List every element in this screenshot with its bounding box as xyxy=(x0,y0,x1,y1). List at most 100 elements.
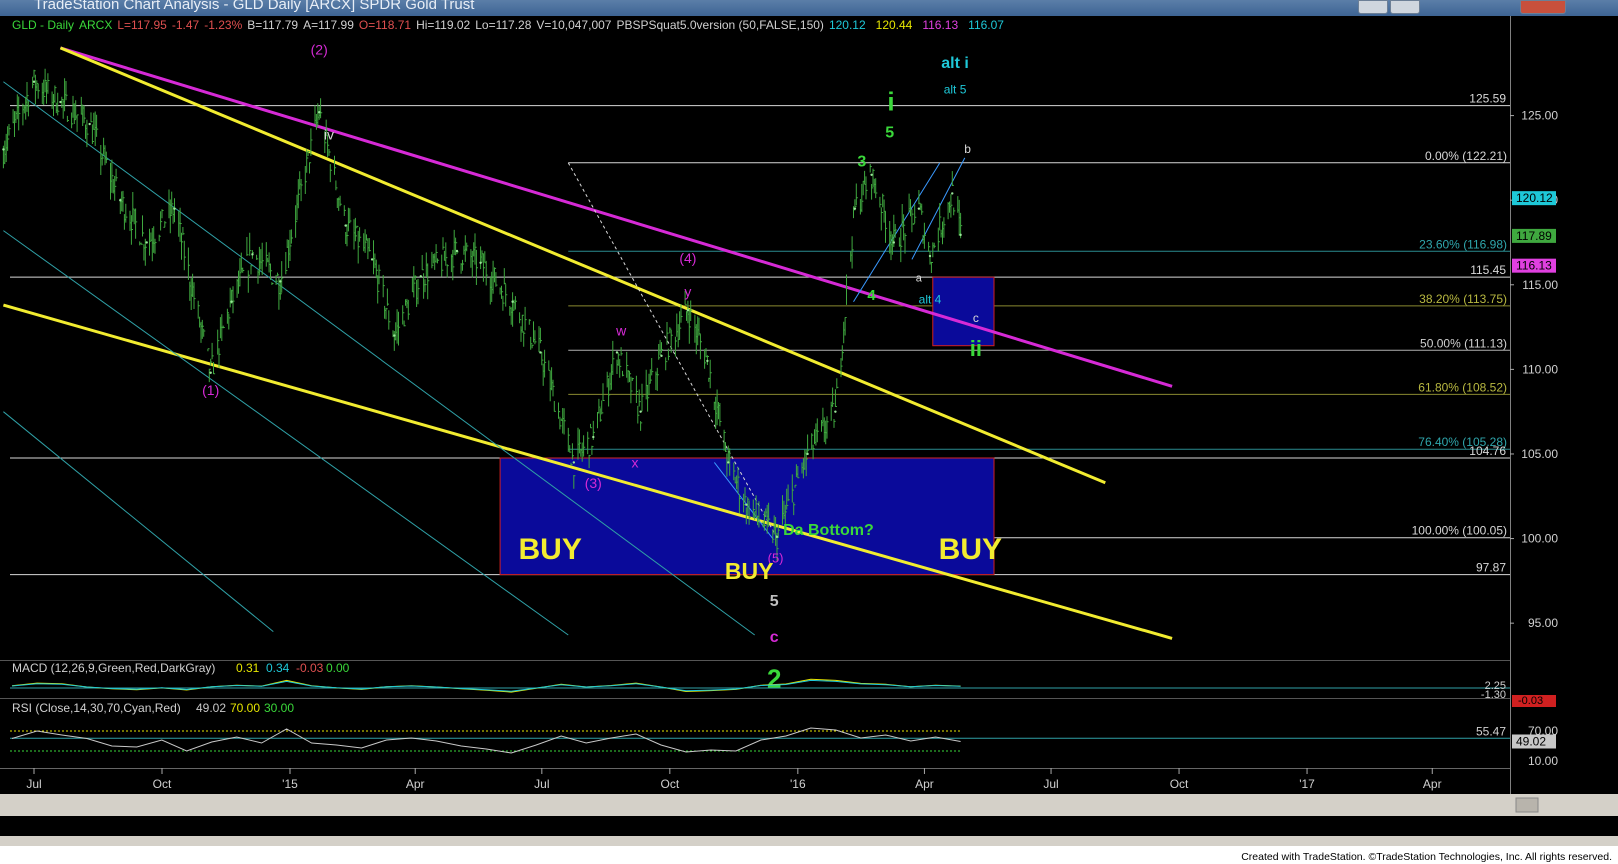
rsi-marker-label: 55.47 xyxy=(1476,724,1506,738)
wave-label: BUY xyxy=(939,533,1002,566)
rsi-title: RSI (Close,14,30,70,Cyan,Red) xyxy=(12,701,181,715)
fib-label: 38.20% (113.75) xyxy=(1419,292,1507,306)
price-point xyxy=(173,207,176,210)
x-tick-label: Jul xyxy=(26,777,41,791)
wave-label: c xyxy=(770,629,779,646)
price-point xyxy=(2,148,5,151)
x-tick-label: Oct xyxy=(660,777,679,791)
price-point xyxy=(615,351,619,354)
x-tick-label: Oct xyxy=(153,777,172,791)
fib-label: 50.00% (111.13) xyxy=(1420,336,1507,350)
header-study-value: 116.13 xyxy=(922,18,958,32)
price-point xyxy=(419,275,422,278)
price-point xyxy=(279,280,282,283)
teal-channel-1-line xyxy=(3,81,755,636)
price-point xyxy=(572,461,576,464)
yellow-lower-line xyxy=(2,303,1173,640)
wave-label: alt 4 xyxy=(919,292,942,306)
price-point xyxy=(892,241,896,244)
price-point xyxy=(32,80,36,83)
price-marker-label: 117.89 xyxy=(1516,229,1552,243)
fib-label: 61.80% (108.52) xyxy=(1418,380,1507,394)
y-tick-label: 110.00 xyxy=(1522,362,1558,376)
wave-label: 3 xyxy=(857,153,866,170)
wave-label: 2 xyxy=(767,663,781,693)
price-point xyxy=(479,261,482,264)
scrollbar-track xyxy=(0,794,1618,816)
header-ask: A=117.99 xyxy=(303,18,354,32)
wave-label: BUY xyxy=(725,558,774,584)
x-tick-label: Jul xyxy=(534,777,549,791)
wave-label: 4 xyxy=(867,287,876,304)
scrollbar-thumb xyxy=(1515,797,1539,813)
chart-area[interactable]: 0.00% (122.21) 23.60% (116.98) 38.20% (113… xyxy=(0,16,1618,836)
wave-label: BUY xyxy=(519,533,582,566)
header-bid: B=117.79 xyxy=(247,18,298,32)
header-exchange: ARCX xyxy=(79,18,112,32)
price-point xyxy=(370,258,374,261)
wave-ii-zone-box xyxy=(932,276,995,347)
price-marker-label: 116.13 xyxy=(1516,259,1552,273)
fib-label: 0.00% (122.21) xyxy=(1425,149,1507,163)
header-symbol: GLD - Daily xyxy=(12,18,74,32)
header-change-pct: -1.23% xyxy=(204,18,242,32)
wave-label: alt 5 xyxy=(944,83,967,97)
gld-daily-chart[interactable]: 0.00% (122.21) 23.60% (116.98) 38.20% (113… xyxy=(0,16,1618,836)
header-study: PBSPSquat5.0version (50,FALSE,150) xyxy=(616,18,823,32)
price-axis-divider xyxy=(1510,16,1511,816)
rsi-axis-label: 10.00 xyxy=(1528,754,1558,768)
macd-axis-label: -1.30 xyxy=(1481,689,1506,701)
price-point xyxy=(928,254,932,258)
price-point xyxy=(592,435,595,439)
rsi-current-label: 49.02 xyxy=(1516,734,1546,748)
horizontal-level-label: 125.59 xyxy=(1469,92,1506,106)
x-tick-label: '16 xyxy=(790,777,806,791)
price-point xyxy=(344,224,347,227)
wave-label: iv xyxy=(324,126,334,142)
tradestation-window: TradeStation Chart Analysis - GLD Daily … xyxy=(0,0,1618,864)
close-button[interactable] xyxy=(1520,0,1566,14)
rsi-line xyxy=(11,727,961,754)
price-point xyxy=(834,410,837,413)
wave-label: (2) xyxy=(311,42,328,58)
x-tick-label: '17 xyxy=(1299,777,1315,791)
price-point xyxy=(775,535,779,539)
panel-divider-rsi xyxy=(0,698,1510,699)
header-change: -1.47 xyxy=(172,18,200,32)
price-point xyxy=(706,359,709,363)
header-high: Hi=119.02 xyxy=(416,18,470,32)
price-point xyxy=(145,241,148,244)
yellow-upper-line xyxy=(59,46,1106,485)
price-point xyxy=(88,122,91,126)
wave-label: (3) xyxy=(585,475,602,491)
macd-value: 0.34 xyxy=(266,661,290,675)
minimize-button[interactable] xyxy=(1358,0,1388,14)
x-tick-label: '15 xyxy=(282,777,298,791)
header-study-value: 116.07 xyxy=(968,18,1004,32)
panel-divider-macd xyxy=(0,660,1510,661)
y-tick-label: 115.00 xyxy=(1522,278,1558,292)
price-point xyxy=(917,207,921,210)
price-point xyxy=(511,300,514,303)
header-low: Lo=117.28 xyxy=(475,18,531,32)
price-point xyxy=(951,192,954,195)
maximize-button[interactable] xyxy=(1390,0,1420,14)
macd-value: 0.31 xyxy=(236,661,260,675)
wave-label: y xyxy=(684,284,691,300)
macd-signal-line xyxy=(11,679,961,692)
x-tick-label: Jul xyxy=(1043,777,1058,791)
price-point xyxy=(119,198,122,202)
wave-label: x xyxy=(632,455,639,471)
price-marker-label: 120.12 xyxy=(1516,191,1553,205)
rsi-value: 70.00 xyxy=(230,701,260,715)
y-tick-label: 105.00 xyxy=(1521,447,1558,461)
price-point xyxy=(639,410,642,413)
wave-label: i xyxy=(887,87,894,117)
y-tick-label: 100.00 xyxy=(1521,532,1558,546)
price-point xyxy=(660,354,663,358)
price-point xyxy=(230,300,233,303)
time-axis-divider xyxy=(0,768,1510,769)
macd-value: 0.00 xyxy=(326,661,350,675)
price-point xyxy=(318,111,321,114)
window-titlebar: TradeStation Chart Analysis - GLD Daily … xyxy=(0,0,1618,16)
